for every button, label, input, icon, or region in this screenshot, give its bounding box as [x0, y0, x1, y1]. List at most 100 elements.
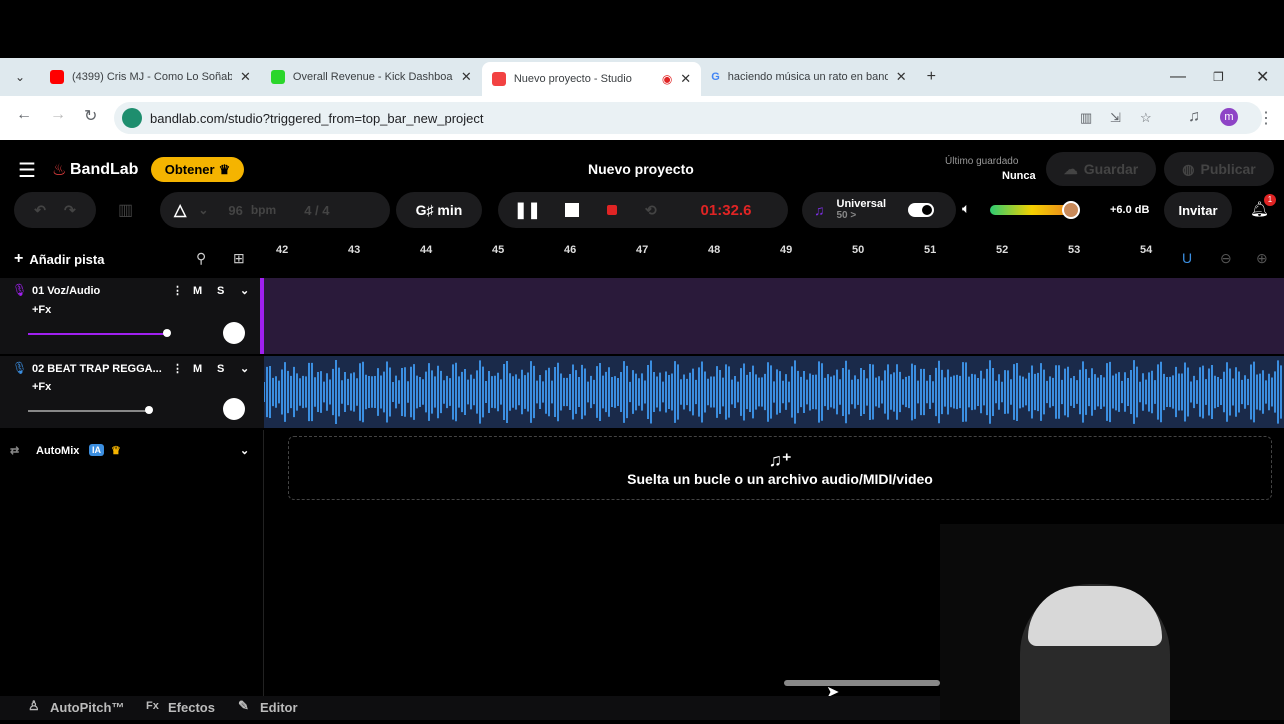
add-track-label: Añadir pista — [29, 251, 105, 267]
kick-icon — [270, 70, 285, 84]
track-menu-icon[interactable]: ⋮ — [172, 362, 183, 375]
ruler-mark: 46 — [564, 244, 577, 256]
close-icon[interactable]: ✕ — [240, 69, 251, 85]
link-icon[interactable]: ⚲ — [196, 250, 206, 267]
beat-audio-region[interactable] — [263, 356, 1284, 428]
guardar-label: Guardar — [1083, 161, 1139, 177]
metronome-icon[interactable]: △ — [174, 200, 186, 220]
notification-badge: 1 — [1264, 194, 1276, 206]
horizontal-scrollbar[interactable] — [784, 680, 940, 686]
ruler-mark: 54 — [1140, 244, 1153, 256]
restore-button[interactable]: ❐ — [1213, 70, 1224, 84]
master-volume-knob[interactable] — [1062, 201, 1080, 219]
automix-row[interactable]: ⇄ AutoMix IA ♛ ⌄ — [0, 440, 264, 464]
autopitch-icon: ♙ — [28, 698, 40, 713]
redo-icon[interactable]: ↷ — [64, 202, 76, 219]
solo-button[interactable]: S — [217, 363, 224, 375]
piano-icon[interactable]: ▥ — [118, 200, 133, 220]
universal-toggle[interactable] — [908, 203, 935, 217]
install-icon[interactable]: ⇲ — [1110, 110, 1121, 126]
close-icon[interactable]: ✕ — [461, 69, 472, 85]
zoom-out-icon[interactable]: ⊖ — [1220, 250, 1232, 267]
track-volume-slider[interactable] — [28, 410, 148, 412]
track-fx[interactable]: +Fx — [32, 304, 51, 316]
record-icon[interactable] — [606, 205, 617, 215]
volume-handle[interactable] — [163, 329, 171, 337]
track-volume-slider[interactable] — [28, 333, 166, 335]
chevron-down-icon[interactable]: ⌄ — [240, 444, 249, 457]
chevron-down-icon[interactable]: ⌄ — [240, 362, 249, 375]
url-field[interactable]: bandlab.com/studio?triggered_from=top_ba… — [114, 102, 1262, 134]
new-tab-button[interactable]: + — [927, 68, 936, 86]
pause-icon[interactable]: ❚❚ — [514, 200, 541, 220]
hamburger-icon[interactable]: ☰ — [18, 158, 36, 183]
obtener-button[interactable]: Obtener ♛ — [151, 157, 244, 182]
tab-google[interactable]: G haciendo música un rato en bandlab ✕ — [701, 58, 916, 96]
track-name[interactable]: 02 BEAT TRAP REGGA... — [32, 363, 162, 375]
studio-header: ☰ ♨ BandLab Obtener ♛ Nuevo proyecto Últ… — [0, 140, 1284, 196]
track-row-2[interactable]: 🎙︎ 02 BEAT TRAP REGGA... +Fx ⋮ M S ⌄ — [0, 356, 264, 428]
ruler-mark: 44 — [420, 244, 433, 256]
chevron-down-icon[interactable]: ⌄ — [240, 284, 249, 297]
sliders-icon: ⇄ — [10, 445, 20, 457]
bandlab-logo-icon: ♨ — [52, 162, 67, 179]
bpm-unit: bpm — [250, 203, 277, 217]
close-icon[interactable]: ✕ — [896, 69, 907, 85]
mute-button[interactable]: M — [193, 285, 202, 297]
time-signature[interactable]: 4 / 4 — [304, 203, 329, 218]
transport-group: ❚❚ ⟲ 01:32.6 — [498, 192, 788, 228]
volume-icon[interactable]: 🔈︎ — [962, 200, 970, 217]
efectos-tab[interactable]: Efectos — [168, 700, 215, 715]
pan-knob[interactable] — [223, 322, 245, 344]
reload-icon[interactable]: ↻ — [84, 106, 97, 126]
media-icon[interactable]: ♫ — [1188, 108, 1200, 126]
grid-icon[interactable]: ⊞ — [233, 250, 245, 267]
menu-kebab-icon[interactable]: ⋮ — [1258, 108, 1274, 128]
add-track-button[interactable]: + Añadir pista — [14, 246, 132, 272]
bpm-value[interactable]: 96 — [228, 203, 242, 218]
mute-button[interactable]: M — [193, 363, 202, 375]
editor-tab[interactable]: Editor — [260, 700, 298, 715]
track-fx[interactable]: +Fx — [32, 381, 51, 393]
window-close-button[interactable]: ✕ — [1256, 67, 1269, 87]
track-panel-divider — [263, 430, 264, 696]
close-icon[interactable]: ✕ — [680, 71, 691, 87]
undo-icon[interactable]: ↶ — [34, 202, 46, 219]
stop-icon[interactable] — [564, 203, 579, 217]
bandlab-logo: BandLab — [70, 161, 139, 178]
guardar-button[interactable]: ☁ Guardar — [1046, 152, 1156, 186]
chevron-down-icon[interactable]: ⌄ — [198, 203, 208, 217]
voice-audio-lane[interactable] — [264, 278, 1284, 354]
track-row-1[interactable]: 🎙︎ 01 Voz/Audio +Fx ⋮ M S ⌄ — [0, 278, 264, 354]
publicar-button[interactable]: ◍ Publicar — [1164, 152, 1274, 186]
profile-avatar[interactable]: m — [1220, 108, 1238, 126]
pan-knob[interactable] — [223, 398, 245, 420]
site-info-icon[interactable] — [122, 108, 142, 128]
magnet-icon[interactable]: U — [1182, 250, 1192, 266]
track-name[interactable]: 01 Voz/Audio — [32, 285, 100, 297]
reader-icon[interactable]: ▥ — [1080, 110, 1092, 126]
loop-icon[interactable]: ⟲ — [645, 202, 657, 219]
zoom-in-icon[interactable]: ⊕ — [1256, 250, 1268, 267]
cloud-icon: ☁ — [1063, 160, 1078, 177]
minimize-button[interactable]: — — [1170, 68, 1186, 86]
tab-youtube[interactable]: (4399) Cris MJ - Como Lo Soñaba ✕ — [40, 58, 261, 96]
invitar-button[interactable]: Invitar — [1164, 192, 1232, 228]
bookmark-star-icon[interactable]: ☆ — [1140, 110, 1152, 126]
address-bar-row: ← → ↻ bandlab.com/studio?triggered_from=… — [0, 96, 1284, 140]
invitar-label: Invitar — [1178, 202, 1218, 218]
key-button[interactable]: G♯ min — [396, 192, 482, 228]
universal-value[interactable]: 50 > — [837, 210, 887, 222]
forward-icon[interactable]: → — [50, 106, 66, 124]
back-icon[interactable]: ← — [16, 106, 32, 124]
tab-bandlab[interactable]: Nuevo proyecto - Studio ◉ ✕ — [481, 62, 702, 96]
drop-zone[interactable]: ♫⁺ Suelta un bucle o un archivo audio/MI… — [288, 436, 1272, 500]
tab-search-icon[interactable]: ⌄ — [0, 70, 40, 84]
autopitch-tab[interactable]: AutoPitch™ — [50, 700, 124, 715]
tab-kick[interactable]: Overall Revenue - Kick Dashboard ✕ — [261, 58, 482, 96]
solo-button[interactable]: S — [217, 285, 224, 297]
track-menu-icon[interactable]: ⋮ — [172, 284, 183, 297]
project-title[interactable]: Nuevo proyecto — [588, 161, 694, 177]
timeline-ruler[interactable]: 42 43 44 45 46 47 48 49 50 51 52 53 54 — [264, 240, 1284, 278]
volume-handle[interactable] — [145, 406, 153, 414]
